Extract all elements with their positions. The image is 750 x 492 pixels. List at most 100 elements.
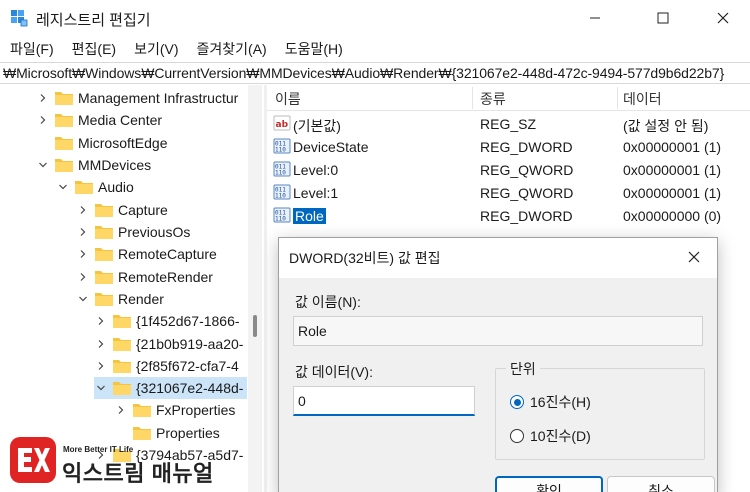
value-type: REG_SZ [480,116,537,132]
menu-edit[interactable]: 편집(E) [62,39,124,59]
watermark-brand: 익스트림 매뉴얼 [62,461,214,486]
value-data: 0x00000000 (0) [623,208,722,224]
chevron-right-icon[interactable] [36,109,50,131]
folder-icon [94,202,114,218]
tree-item-label: {2f85f672-cfa7-4 [136,358,239,374]
chevron-right-icon[interactable] [76,199,90,221]
menu-help[interactable]: 도움말(H) [275,39,351,59]
value-data: (값 설정 안 됨) [623,118,709,134]
tree-item[interactable]: PreviousOs [76,221,190,243]
cancel-button[interactable]: 취소 [607,476,715,492]
value-type: REG_DWORD [480,139,573,155]
chevron-down-icon[interactable] [56,176,70,198]
binary-value-icon: 011 110 [273,183,291,201]
tree-item[interactable]: Render [76,288,164,310]
tree-item-label: {321067e2-448d- [136,380,244,396]
value-data: 0x00000001 (1) [623,185,722,201]
tree-item[interactable]: {321067e2-448d- [94,377,248,399]
column-data[interactable]: 데이터 [623,89,662,109]
tree-item-label: {1f452d67-1866- [136,313,240,329]
registry-app-icon [11,10,28,27]
tree-item-label: Media Center [78,112,163,128]
binary-value-icon: 011 110 [273,137,291,155]
ex-logo-icon [18,448,50,472]
radio-decimal[interactable]: 10진수(D) [510,425,591,447]
tree-item[interactable]: FxProperties [114,399,235,421]
chevron-right-icon[interactable] [76,243,90,265]
menu-view[interactable]: 보기(V) [124,39,186,59]
value-name: Level:0 [293,162,339,178]
folder-icon [54,90,74,106]
tree-item[interactable]: RemoteRender [76,266,213,288]
folder-icon [94,269,114,285]
tree-item-label: RemoteRender [118,269,213,285]
value-data-input[interactable]: 0 [293,386,475,416]
tree-item-label: Render [118,291,164,307]
tree-scrollbar[interactable] [248,85,262,492]
chevron-right-icon[interactable] [114,399,128,421]
address-bar[interactable]: ₩Microsoft₩Windows₩CurrentVersion₩MMDevi… [0,62,750,84]
watermark-logo: More Better IT Life 익스트림 매뉴얼 [10,437,270,486]
folder-icon [112,336,132,352]
string-value-icon: ab [273,114,291,132]
tree-item[interactable]: Media Center [36,109,162,131]
value-type: REG_QWORD [480,162,574,178]
radio-dec-indicator[interactable] [510,429,524,443]
svg-text:110: 110 [275,216,286,223]
minimize-button[interactable] [572,0,618,36]
tree-item[interactable]: {21b0b919-aa20- [94,333,243,355]
address-path: ₩Microsoft₩Windows₩CurrentVersion₩MMDevi… [3,65,725,81]
dialog-close-button[interactable] [679,244,709,270]
value-type: REG_DWORD [480,208,573,224]
value-row[interactable]: ab (기본값) REG_SZ (값 설정 안 됨) [267,112,750,135]
value-name: DeviceState [293,139,369,155]
maximize-icon [657,12,669,24]
chevron-down-icon[interactable] [76,288,90,310]
chevron-right-icon[interactable] [76,221,90,243]
menu-file[interactable]: 파일(F) [0,39,62,59]
tree-item[interactable]: Management Infrastructur [36,87,238,109]
value-row[interactable]: 011 110 Role REG_DWORD 0x00000000 (0) [267,204,750,227]
column-name[interactable]: 이름 [275,89,301,109]
chevron-down-icon[interactable] [94,377,108,399]
ok-button[interactable]: 확인 [495,476,603,492]
maximize-button[interactable] [640,0,686,36]
radio-hex-indicator[interactable] [510,395,524,409]
tree-item[interactable]: {1f452d67-1866- [94,310,240,332]
column-separator[interactable] [617,87,618,109]
value-name: (기본값) [293,118,341,134]
chevron-right-icon[interactable] [94,310,108,332]
column-separator[interactable] [472,87,473,109]
binary-value-icon: 011 110 [273,206,291,224]
value-row[interactable]: 011 110 Level:1 REG_QWORD 0x00000001 (1) [267,181,750,204]
tree-item-label: MMDevices [78,157,152,173]
tree-item-label: FxProperties [156,402,236,418]
value-name-label: 값 이름(N): [295,294,361,310]
column-type[interactable]: 종류 [480,89,506,109]
tree-item[interactable]: RemoteCapture [76,243,217,265]
value-row[interactable]: 011 110 DeviceState REG_DWORD 0x00000001 (1) [267,135,750,158]
tree-item[interactable]: MMDevices [36,154,151,176]
svg-text:110: 110 [275,170,286,177]
tree-scroll-thumb[interactable] [253,315,257,337]
chevron-right-icon[interactable] [36,87,50,109]
radio-hexadecimal[interactable]: 16진수(H) [510,391,591,413]
folder-icon [132,402,152,418]
folder-icon [112,313,132,329]
chevron-right-icon[interactable] [76,266,90,288]
tree-item-label: Management Infrastructur [78,90,239,106]
tree-item[interactable]: MicrosoftEdge [36,132,167,154]
value-name: Level:1 [293,185,339,201]
edit-dword-dialog: DWORD(32비트) 값 편집 값 이름(N): Role 값 데이터(V):… [278,237,718,492]
tree-item[interactable]: {2f85f672-cfa7-4 [94,355,239,377]
chevron-down-icon[interactable] [36,154,50,176]
menu-favorites[interactable]: 즐겨찾기(A) [187,39,275,59]
chevron-right-icon[interactable] [94,355,108,377]
tree-item[interactable]: Audio [56,176,134,198]
value-row[interactable]: 011 110 Level:0 REG_QWORD 0x00000001 (1) [267,158,750,181]
svg-text:110: 110 [275,193,286,200]
close-window-button[interactable] [700,0,746,36]
chevron-right-icon[interactable] [94,333,108,355]
tree-item[interactable]: Capture [76,199,168,221]
